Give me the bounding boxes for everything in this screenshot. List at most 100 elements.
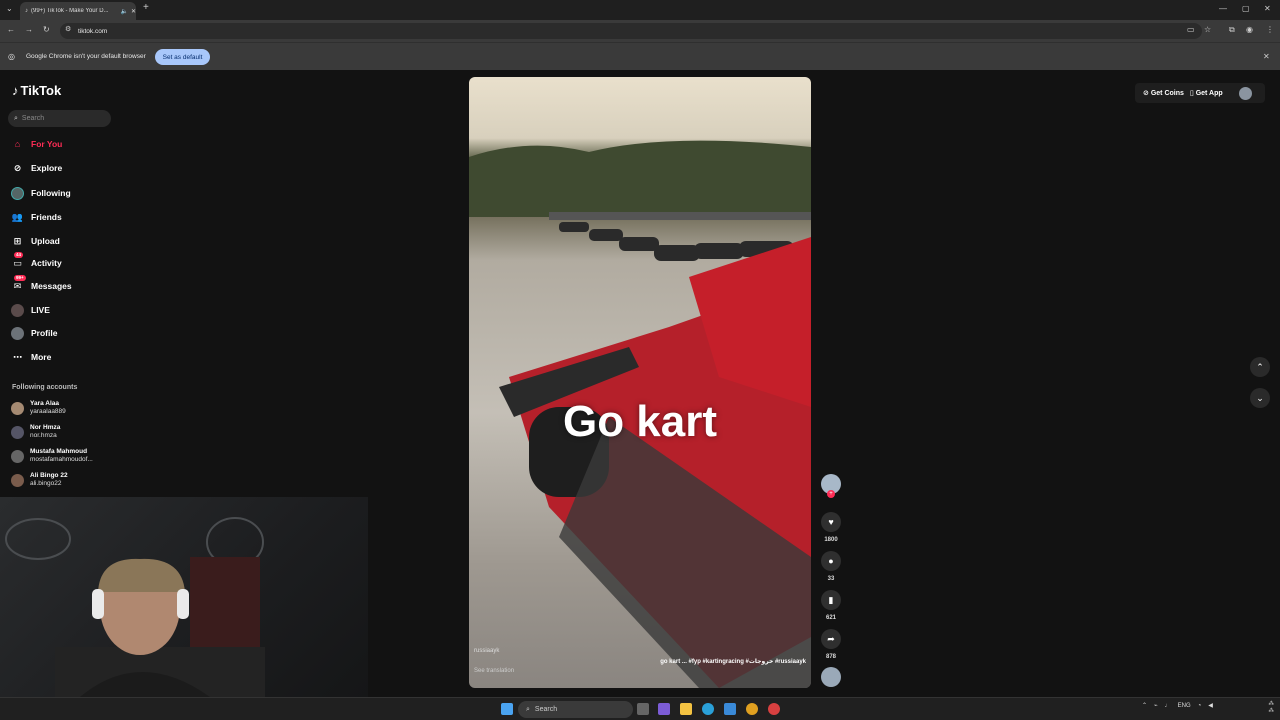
store-icon[interactable]: [724, 703, 736, 715]
app-icon[interactable]: [768, 703, 780, 715]
account-name: Yara Alaa: [30, 400, 60, 407]
nav-label: Explore: [31, 163, 63, 173]
new-tab-icon[interactable]: +: [143, 2, 149, 13]
video-author[interactable]: russiaayk: [474, 648, 806, 654]
save-count: 621: [825, 615, 836, 621]
follow-plus-icon[interactable]: +: [827, 490, 835, 498]
back-icon[interactable]: ←: [7, 25, 15, 34]
get-coins-button[interactable]: ⊘ Get Coins: [1143, 89, 1184, 97]
like-count: 1800: [824, 537, 838, 543]
tiktok-note-icon: ♪: [12, 83, 19, 98]
user-avatar[interactable]: [1238, 86, 1252, 100]
bookmark-star-icon[interactable]: ☆: [1204, 25, 1211, 34]
chrome-icon[interactable]: [746, 703, 758, 715]
top-right-actions: ⊘ Get Coins ▯ Get App: [1135, 83, 1265, 103]
infobar-message: Google Chrome isn't your default browser: [26, 53, 146, 60]
nav-label: LIVE: [31, 305, 50, 315]
clock-time-glyph: ⁂: [1268, 701, 1275, 707]
set-as-default-button[interactable]: Set as default: [155, 49, 210, 65]
upload-icon: ⊞: [13, 235, 22, 246]
tray-chevron-icon[interactable]: ⌃: [1142, 702, 1147, 709]
app-icon[interactable]: [658, 703, 670, 715]
search-placeholder: Search: [21, 115, 45, 122]
taskbar-search[interactable]: ⌕ Search: [518, 701, 633, 718]
account-item[interactable]: Mustafa Mahmoud mostafamahmoudof...: [11, 446, 111, 466]
see-translation-link[interactable]: See translation: [474, 668, 806, 674]
video-player[interactable]: Go kart russiaayk go kart ... #fyp #kart…: [469, 77, 811, 688]
nav-upload[interactable]: ⊞ Upload: [11, 233, 111, 249]
profile-avatar-icon[interactable]: ◉: [1246, 25, 1253, 34]
nav-for-you[interactable]: ⌂ For You: [11, 136, 111, 152]
account-name: Ali Bingo 22: [30, 472, 68, 479]
reload-icon[interactable]: ↻: [43, 25, 50, 34]
tab-search-icon[interactable]: ⌄: [6, 4, 13, 13]
extensions-icon[interactable]: ⧉: [1229, 25, 1235, 35]
infobar-close-icon[interactable]: ✕: [1263, 52, 1270, 61]
system-tray: ⌃ ⌁ ♩ ENG ◔ ◀: [1142, 702, 1213, 710]
chrome-menu-icon[interactable]: ⋮: [1266, 25, 1274, 34]
edge-icon[interactable]: [702, 703, 714, 715]
language-indicator[interactable]: ENG: [1178, 703, 1191, 709]
music-disc[interactable]: [821, 667, 841, 687]
comment-button[interactable]: ● 33: [821, 551, 841, 582]
account-item[interactable]: Nor Hmza nor.hmza: [11, 422, 111, 442]
chrome-logo-icon: ◎: [8, 52, 15, 61]
tab-close-icon[interactable]: ✕: [131, 8, 136, 15]
nav-label: Activity: [31, 258, 62, 268]
account-item[interactable]: Ali Bingo 22 ali.bingo22: [11, 470, 111, 490]
windows-start-icon[interactable]: [501, 703, 513, 715]
wifi-icon[interactable]: ◔: [1198, 703, 1202, 709]
tab-title: (99+) TikTok - Make Your D...: [31, 8, 109, 14]
bookmark-icon: ▮: [821, 590, 841, 610]
account-item[interactable]: Yara Alaa yaraalaa889: [11, 398, 111, 418]
activity-badge: 44: [14, 251, 24, 258]
tiktok-favicon-icon: ♪: [25, 8, 28, 14]
nav-messages[interactable]: ✉ 99+ Messages: [11, 274, 111, 294]
maximize-icon[interactable]: ▢: [1242, 4, 1250, 13]
nav-following[interactable]: Following: [11, 185, 111, 201]
window-close-icon[interactable]: ✕: [1264, 4, 1271, 13]
coin-icon: ⊘: [1143, 90, 1149, 97]
taskbar-clock[interactable]: ⁂ ⁂: [1240, 701, 1275, 715]
default-browser-infobar: ◎ Google Chrome isn't your default brows…: [0, 42, 1280, 70]
compass-icon: ⊘: [13, 162, 22, 173]
nav-activity[interactable]: ▭ 44 Activity: [11, 251, 111, 271]
nav-label: Profile: [31, 328, 58, 338]
site-info-icon[interactable]: ⚙: [65, 25, 71, 33]
nav-more[interactable]: ⋯ More: [11, 349, 111, 365]
nav-label: More: [31, 352, 52, 362]
phone-icon: ▯: [1189, 90, 1194, 97]
search-input[interactable]: ⌕ Search: [8, 110, 111, 127]
network-icon[interactable]: ⌁: [1154, 702, 1158, 709]
avatar: [11, 473, 24, 487]
creator-avatar[interactable]: +: [821, 474, 841, 498]
browser-tab-tiktok[interactable]: ♪ (99+) TikTok - Make Your D... 🔈 ✕: [20, 2, 136, 20]
nav-friends[interactable]: 👥 Friends: [11, 209, 111, 225]
nav-live[interactable]: LIVE: [11, 302, 111, 318]
mic-icon[interactable]: ♩: [1165, 703, 1171, 709]
tiktok-logo[interactable]: ♪ TikTok: [12, 83, 61, 98]
nav-explore[interactable]: ⊘ Explore: [11, 160, 111, 176]
previous-video-button[interactable]: ⌃: [1250, 357, 1270, 377]
get-app-button[interactable]: ▯ Get App: [1190, 89, 1223, 97]
forward-icon[interactable]: →: [25, 25, 33, 34]
next-video-button[interactable]: ⌄: [1250, 388, 1270, 408]
search-icon: ⌕: [14, 114, 18, 122]
nav-label: Upload: [31, 236, 60, 246]
nav-profile[interactable]: Profile: [11, 325, 111, 341]
chevron-up-icon: ⌃: [1256, 361, 1264, 372]
chevron-down-icon: ⌄: [1256, 392, 1264, 403]
minimize-icon[interactable]: —: [1219, 4, 1227, 13]
share-button[interactable]: ➦ 878: [821, 629, 841, 660]
get-app-label: Get App: [1195, 90, 1223, 97]
like-button[interactable]: ♥ 1800: [821, 512, 841, 543]
volume-icon[interactable]: ◀: [1208, 702, 1213, 709]
task-view-icon[interactable]: [637, 703, 649, 715]
address-bar[interactable]: tiktok.com: [60, 23, 1202, 39]
following-accounts-header: Following accounts: [12, 384, 78, 391]
avatar: [11, 401, 24, 415]
cast-icon[interactable]: ▭: [1187, 25, 1195, 34]
account-name: Nor Hmza: [30, 424, 61, 431]
file-explorer-icon[interactable]: [680, 703, 692, 715]
save-button[interactable]: ▮ 621: [821, 590, 841, 621]
